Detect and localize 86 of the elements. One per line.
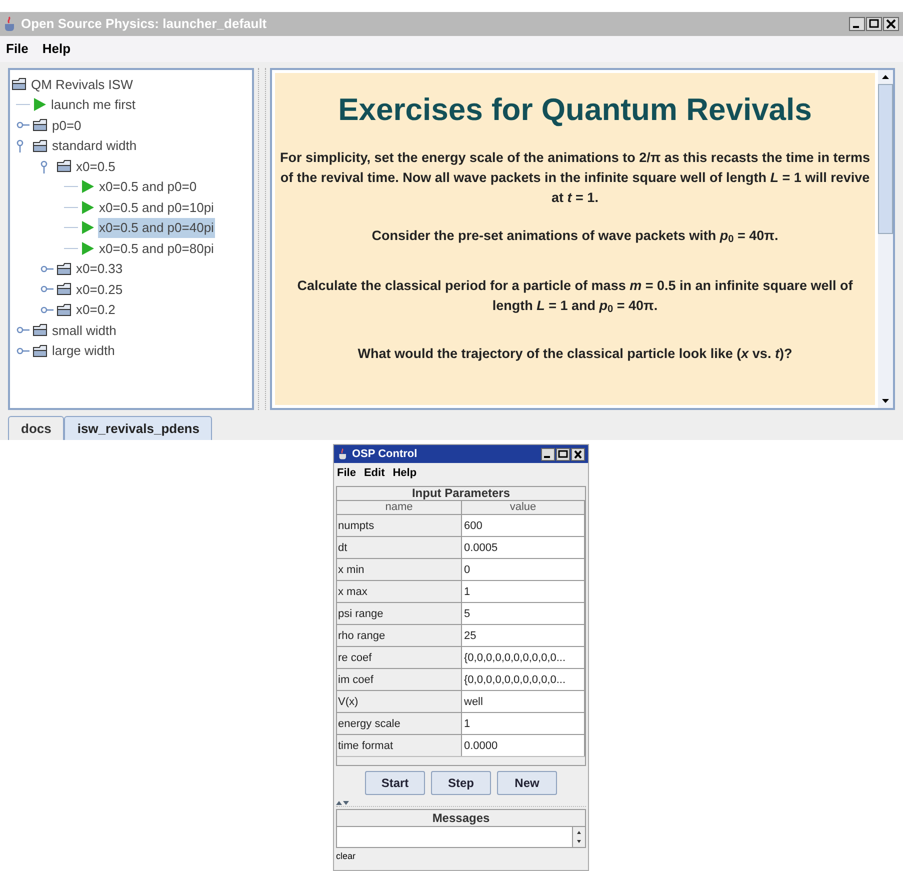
play-icon (33, 97, 47, 112)
menu-item[interactable]: Help (42, 39, 71, 59)
table-cell[interactable]: 0 (462, 558, 585, 580)
clear-button[interactable]: clear (334, 851, 588, 861)
folder-icon (33, 138, 48, 153)
table-cell: numpts (337, 514, 462, 536)
menu-item[interactable]: File (6, 39, 28, 59)
play-icon (81, 220, 95, 236)
messages-title: Messages (431, 810, 491, 826)
table-cell: x max (337, 580, 462, 602)
paragraph: Calculate the classical period for a particle of mass m = 0.5 in an infinite square well of length L = 1 and p$_{0}$ = 40π. (296, 276, 854, 316)
close-icon[interactable] (883, 17, 899, 31)
table-cell: time format (337, 734, 462, 756)
tree-item[interactable]: x0=0.33 (75, 259, 124, 278)
minimize-icon[interactable] (849, 17, 865, 31)
menu-item[interactable]: Edit (364, 464, 385, 482)
tree-item[interactable]: x0=0.5 and p0=40pi (98, 218, 215, 238)
folder-icon (33, 344, 48, 358)
table-cell[interactable]: 1 (462, 580, 585, 602)
tree-item[interactable]: small width (51, 320, 118, 340)
scrollbar[interactable] (878, 70, 893, 408)
play-icon (81, 200, 95, 215)
tree-item[interactable]: standard width (51, 136, 138, 156)
paragraph: What would the trajectory of the classical particle look like (x vs. t)? (356, 344, 794, 363)
menu-item[interactable]: File (337, 464, 356, 482)
tree-item[interactable]: x0=0.25 (75, 280, 124, 299)
tree-item[interactable]: large width (51, 341, 116, 360)
tree-item[interactable]: x0=0.5 and p0=10pi (98, 198, 215, 217)
table-cell[interactable]: 1 (462, 712, 585, 734)
tree-item[interactable]: x0=0.5 and p0=80pi (98, 238, 215, 258)
tree-line (16, 104, 30, 106)
table-cell: rho range (337, 624, 462, 646)
expand-arrows-icon[interactable] (336, 800, 350, 806)
table-cell[interactable]: 25 (462, 624, 585, 646)
table-cell: V(x) (337, 690, 462, 712)
document-heading: Exercises for Quantum Revivals (338, 91, 812, 129)
play-icon (81, 240, 95, 256)
folder-icon (33, 323, 48, 338)
paragraph: For simplicity, set the energy scale of the animations to 2/π as this recasts the time in terms of the revival time. Now all wave packets in the infinite square well of length L = 1 will revive at t = 1. (278, 148, 872, 206)
tree-line (64, 206, 78, 208)
table-cell: energy scale (337, 712, 462, 734)
window-title: Open Source Physics: launcher_default (21, 15, 268, 34)
folder-icon (57, 302, 72, 317)
tree-line (64, 248, 78, 249)
tree-item[interactable]: QM Revivals ISW (30, 74, 134, 94)
table-cell[interactable]: well (462, 690, 585, 712)
tree-item[interactable]: x0=0.5 and p0=0 (98, 177, 198, 196)
folder-icon (57, 159, 72, 174)
splitter[interactable] (258, 68, 266, 410)
table-cell: x min (337, 558, 462, 580)
minimize-icon[interactable] (541, 448, 555, 460)
tree-line (64, 227, 78, 228)
paragraph: Consider the pre-set animations of wave packets with p$_{0}$ = 40π. (370, 226, 780, 246)
folder-icon (57, 262, 72, 276)
control-button[interactable]: New (497, 771, 557, 795)
table-cell: re coef (337, 646, 462, 668)
folder-icon (57, 282, 72, 296)
tree-item[interactable]: x0=0.5 (75, 156, 116, 176)
table-cell[interactable]: {0,0,0,0,0,0,0,0,0,0... (462, 668, 585, 690)
control-button[interactable]: Step (431, 771, 491, 795)
folder-icon (12, 77, 27, 92)
maximize-icon[interactable] (556, 448, 570, 460)
maximize-icon[interactable] (866, 17, 882, 31)
close-icon[interactable] (571, 448, 585, 460)
table-title: Input Parameters (410, 487, 512, 500)
tree-item[interactable]: p0=0 (51, 116, 82, 135)
folder-icon (33, 118, 48, 132)
play-icon (81, 179, 95, 194)
tab[interactable]: isw_revivals_pdens (64, 416, 212, 440)
tree-line (64, 186, 78, 188)
coffee-cup-icon (337, 447, 349, 461)
table-cell: psi range (337, 602, 462, 624)
window-title: OSP Control (352, 446, 418, 462)
table-cell: im coef (337, 668, 462, 690)
tree-item[interactable]: launch me first (50, 95, 137, 114)
control-button[interactable]: Start (365, 771, 425, 795)
tab[interactable]: docs (8, 416, 64, 440)
scroll-thumb[interactable] (878, 84, 893, 234)
tree-item[interactable]: x0=0.2 (75, 300, 116, 320)
table-cell[interactable]: 0.0000 (462, 734, 585, 756)
table-cell[interactable]: 5 (462, 602, 585, 624)
table-cell[interactable]: 600 (462, 514, 585, 536)
table-cell[interactable]: 0.0005 (462, 536, 585, 558)
table-cell[interactable]: {0,0,0,0,0,0,0,0,0,0... (462, 646, 585, 668)
table-cell: dt (337, 536, 462, 558)
menu-item[interactable]: Help (392, 464, 417, 482)
